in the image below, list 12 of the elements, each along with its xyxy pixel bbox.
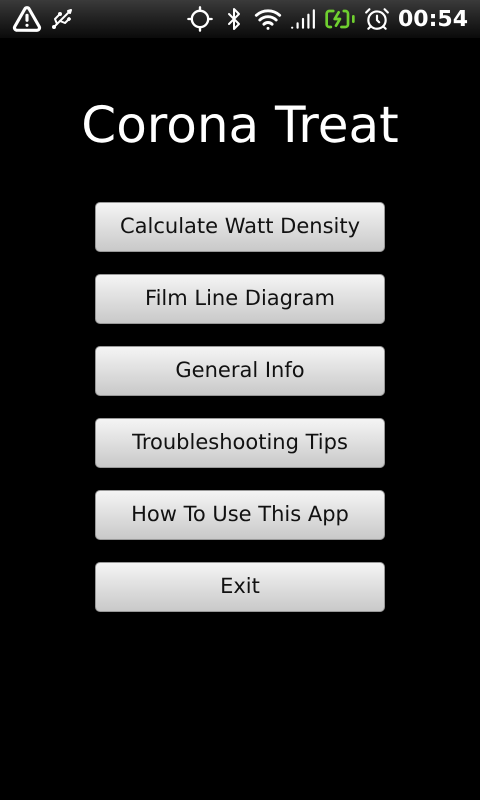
- menu-button[interactable]: How To Use This App: [95, 490, 385, 540]
- menu-button[interactable]: Film Line Diagram: [95, 274, 385, 324]
- gps-icon: [186, 5, 214, 33]
- menu-button[interactable]: Calculate Watt Density: [95, 202, 385, 252]
- menu-button[interactable]: Exit: [95, 562, 385, 612]
- alarm-icon: [364, 6, 390, 32]
- app-title: Corona Treat: [81, 100, 399, 150]
- warning-icon: [12, 4, 42, 34]
- menu-button[interactable]: General Info: [95, 346, 385, 396]
- menu-button[interactable]: Troubleshooting Tips: [95, 418, 385, 468]
- usb-icon: [50, 7, 74, 31]
- clock-time: 00:54: [398, 6, 468, 34]
